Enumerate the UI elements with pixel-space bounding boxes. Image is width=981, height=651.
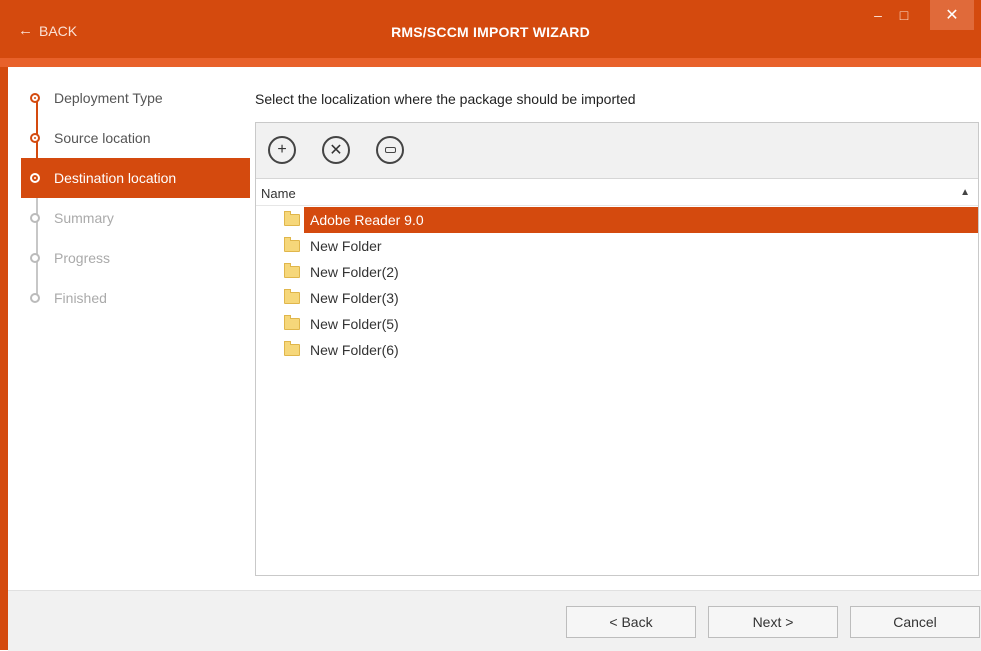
plus-circle-icon[interactable]: + [268,136,296,164]
x-circle-icon[interactable]: ✕ [322,136,350,164]
folder-icon [284,315,300,330]
folder-name: New Folder [310,238,382,254]
folder-icon [284,211,300,226]
wizard-footer: < Back Next > Cancel [8,590,981,651]
cancel-button[interactable]: Cancel [850,606,980,638]
close-button[interactable]: ✕ [930,0,974,30]
folder-row[interactable]: Adobe Reader 9.0 [284,207,978,233]
title-accent-strip [0,58,981,67]
folder-name: New Folder(5) [310,316,399,332]
step-dot-icon [30,133,40,143]
left-accent-border [0,67,8,650]
minimize-button[interactable]: – [866,0,890,30]
step-dot-icon [30,293,40,303]
folder-icon [284,289,300,304]
window-title: RMS/SCCM IMPORT WIZARD [391,24,590,40]
step-destination-location[interactable]: Destination location [21,158,250,198]
folder-row[interactable]: New Folder(2) [256,259,978,285]
step-dot-icon [30,173,40,183]
title-bar: ← BACK RMS/SCCM IMPORT WIZARD – □ ✕ [0,0,981,67]
folder-icon [284,237,300,252]
next-button[interactable]: Next > [708,606,838,638]
back-button[interactable]: < Back [566,606,696,638]
step-label: Finished [54,290,107,306]
column-header-label: Name [261,186,296,201]
step-deployment-type[interactable]: Deployment Type [21,78,250,118]
step-summary[interactable]: Summary [21,198,250,238]
instruction-text: Select the localization where the packag… [255,91,636,107]
folder-name: New Folder(6) [310,342,399,358]
folder-list: Adobe Reader 9.0 New Folder New Folder(2… [256,207,978,363]
folder-name: New Folder(2) [310,264,399,280]
maximize-button[interactable]: □ [892,0,916,30]
step-label: Deployment Type [54,90,163,106]
folder-row[interactable]: New Folder(5) [256,311,978,337]
step-finished[interactable]: Finished [21,278,250,318]
step-label: Summary [54,210,114,226]
folder-row[interactable]: New Folder(3) [256,285,978,311]
step-label: Progress [54,250,111,266]
step-dot-icon [30,93,40,103]
folder-browser-panel: + ✕ Name ▲ Adobe Reader 9.0 New Folder N… [255,122,979,576]
step-dot-icon [30,253,40,263]
folder-name: Adobe Reader 9.0 [310,212,424,228]
name-column-header[interactable]: Name ▲ [256,179,978,206]
folder-icon [284,341,300,356]
folder-row[interactable]: New Folder [256,233,978,259]
folder-row[interactable]: New Folder(6) [256,337,978,363]
step-label: Source location [54,130,151,146]
step-dot-icon [30,213,40,223]
sort-ascending-icon: ▲ [960,187,970,198]
folder-icon [284,263,300,278]
step-label: Destination location [54,170,177,186]
rename-icon[interactable] [376,136,404,164]
folder-name: New Folder(3) [310,290,399,306]
step-source-location[interactable]: Source location [21,118,250,158]
step-progress[interactable]: Progress [21,238,250,278]
folder-toolbar: + ✕ [256,123,978,179]
